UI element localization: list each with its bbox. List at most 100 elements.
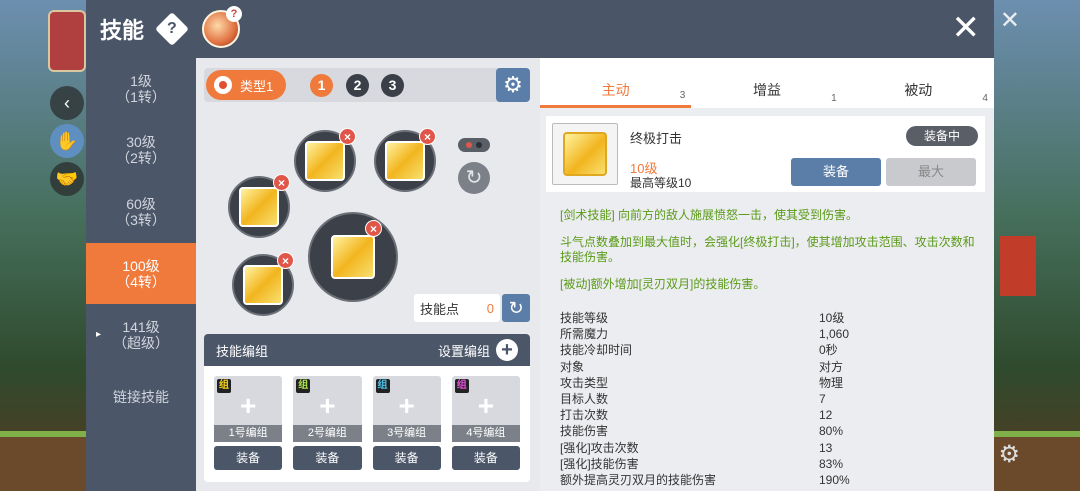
stat-row: 打击次数 12	[560, 407, 980, 423]
skill-slot[interactable]: ×	[374, 128, 436, 192]
group-label: 2号编组	[293, 425, 362, 442]
group-item: 组 + 2号编组 装备	[293, 376, 362, 470]
skill-points-value: 0	[486, 300, 494, 316]
group-editor-title: 技能编组	[216, 343, 269, 359]
max-button[interactable]: 最大	[886, 158, 976, 186]
tab-passive[interactable]: 被动 4	[843, 58, 994, 108]
job-level-nav: 1级 （1转） 30级 （2转） 60级 （3转） 100级 （4转） ▸ 14…	[86, 58, 196, 491]
page-button-3[interactable]: 3	[381, 74, 404, 97]
group-card[interactable]: 组 + 1号编组	[214, 376, 283, 442]
settings-gear-icon[interactable]: ⚙	[496, 68, 530, 102]
stat-row: 攻击类型 物理	[560, 375, 980, 391]
skill-icon	[305, 141, 345, 181]
equip-group-button[interactable]: 装备	[214, 446, 283, 470]
nav-item-1[interactable]: 1级 （1转）	[86, 58, 196, 120]
stat-value: 对方	[819, 359, 844, 374]
skill-slot[interactable]: ×	[228, 174, 290, 238]
skill-slot[interactable]: ×	[232, 252, 294, 316]
plus-icon: +	[496, 339, 518, 361]
player-avatar[interactable]	[48, 10, 86, 72]
nav-item-4[interactable]: 100级 （4转）	[86, 242, 196, 305]
nav-item-5[interactable]: ▸ 141级 （超级）	[86, 304, 196, 366]
stat-key: 技能伤害	[560, 424, 609, 439]
stat-value: 1,060	[819, 327, 850, 342]
equip-button[interactable]: 装备	[791, 158, 881, 186]
window-title: 技能	[100, 18, 145, 43]
main-skill-slot[interactable]: ×	[308, 212, 398, 302]
stat-key: 技能冷却时间	[560, 343, 633, 358]
scene-close-icon[interactable]: ✕	[1000, 6, 1020, 35]
back-arrow-icon[interactable]: ‹	[50, 86, 84, 120]
remove-icon[interactable]: ×	[277, 252, 294, 269]
nav-item-3[interactable]: 60级 （3转）	[86, 181, 196, 243]
nav-item-job: （1转）	[116, 88, 166, 105]
group-label: 1号编组	[214, 425, 283, 442]
add-icon: +	[239, 390, 257, 421]
nav-item-2[interactable]: 30级 （2转）	[86, 120, 196, 182]
stat-row: 技能冷却时间 0秒	[560, 342, 980, 358]
remove-icon[interactable]: ×	[419, 128, 436, 145]
page-button-2[interactable]: 2	[346, 74, 369, 97]
tab-count: 1	[831, 93, 837, 104]
tab-count: 3	[679, 90, 686, 101]
page-button-1[interactable]: 1	[310, 74, 333, 97]
equip-group-button[interactable]: 装备	[293, 446, 362, 470]
close-icon[interactable]: ✕	[952, 10, 981, 46]
mascot-icon[interactable]: ?	[202, 6, 243, 48]
stat-key: 攻击类型	[560, 375, 609, 390]
stat-row: 所需魔力 1,060	[560, 326, 980, 342]
nav-item-level: 100级	[122, 257, 160, 274]
stat-row: 技能伤害 80%	[560, 423, 980, 439]
equip-group-button[interactable]: 装备	[451, 446, 520, 470]
remove-icon[interactable]: ×	[365, 220, 382, 237]
scene-gear-icon[interactable]: ⚙	[998, 440, 1020, 469]
expand-arrow-icon: ▸	[96, 329, 102, 341]
slot-pager[interactable]	[458, 138, 490, 152]
stat-key: 对象	[560, 359, 585, 374]
stat-row: 技能等级 10级	[560, 310, 980, 326]
description-line: 斗气点数叠加到最大值时，会强化[终极打击]，使其增加攻击范围、攻击次数和技能伤害…	[560, 235, 975, 264]
stat-key: 所需魔力	[560, 327, 609, 342]
group-card[interactable]: 组 + 2号编组	[293, 376, 362, 442]
equip-group-button[interactable]: 装备	[372, 446, 441, 470]
selected-skill-card: 终极打击 10级 最高等级10 装备中 装备 最大	[546, 116, 985, 192]
nav-item-level: 1级	[130, 72, 152, 89]
group-card[interactable]: 组 + 3号编组	[372, 376, 441, 442]
stat-value: 物理	[819, 375, 844, 390]
nav-item-job: （超级）	[113, 335, 169, 352]
tab-label: 增益	[752, 82, 781, 98]
tab-buff[interactable]: 增益 1	[691, 58, 842, 108]
add-icon: +	[319, 390, 336, 421]
remove-icon[interactable]: ×	[339, 128, 356, 145]
nav-item-link-skill[interactable]: 链接技能	[86, 366, 196, 428]
type-selector[interactable]: 类型1	[206, 70, 286, 100]
handshake-icon[interactable]: 🤝	[50, 162, 84, 196]
scene-banner	[1000, 236, 1036, 296]
tab-label: 主动	[601, 82, 630, 98]
stat-value: 83%	[819, 456, 844, 471]
skill-slot-panel: 类型1 1 2 3 ⚙ × × × × × ↻ 技能点 0 ↻ 技能编组 设置编…	[196, 58, 540, 491]
skill-stats: 技能等级 10级 所需魔力 1,060 技能冷却时间 0秒 对象 对方 攻击类型 物理 目…	[560, 310, 980, 488]
group-card[interactable]: 组 + 4号编组	[451, 376, 520, 442]
skill-icon	[239, 187, 279, 227]
skill-points: 技能点 0	[414, 294, 500, 322]
skill-icon	[331, 235, 375, 279]
stat-key: 额外提高灵刃双月的技能伤害	[560, 472, 717, 487]
stat-row: 额外提高灵刃双月的技能伤害 190%	[560, 472, 980, 488]
reset-icon[interactable]: ↻	[502, 294, 530, 322]
hand-icon[interactable]: ✋	[50, 124, 84, 158]
remove-icon[interactable]: ×	[273, 174, 290, 191]
skill-slot[interactable]: ×	[294, 128, 356, 192]
help-icon[interactable]: ?	[155, 12, 189, 46]
skill-window: 技能 ? ? ✕ 1级 （1转） 30级 （2转） 60级 （3转） 100级 …	[86, 0, 994, 491]
selected-skill-icon[interactable]	[552, 123, 618, 185]
tab-active[interactable]: 主动 3	[540, 58, 692, 108]
stat-row: 对象 对方	[560, 359, 980, 375]
setup-group-button[interactable]: 设置编组 +	[438, 339, 518, 361]
group-list: 组 + 1号编组 装备 组 + 2号编组 装备 组 + 3号编组 装备 组 + …	[204, 366, 530, 470]
rotate-icon[interactable]: ↻	[458, 162, 490, 194]
stat-value: 13	[819, 440, 833, 455]
description-line: [被动]额外增加[灵刃双月]的技能伤害。	[560, 277, 766, 291]
stat-value: 190%	[819, 472, 850, 487]
skill-detail-panel: 主动 3 增益 1 被动 4 终极打击 10级 最高等级10 装备中 装备 最大…	[540, 58, 994, 491]
